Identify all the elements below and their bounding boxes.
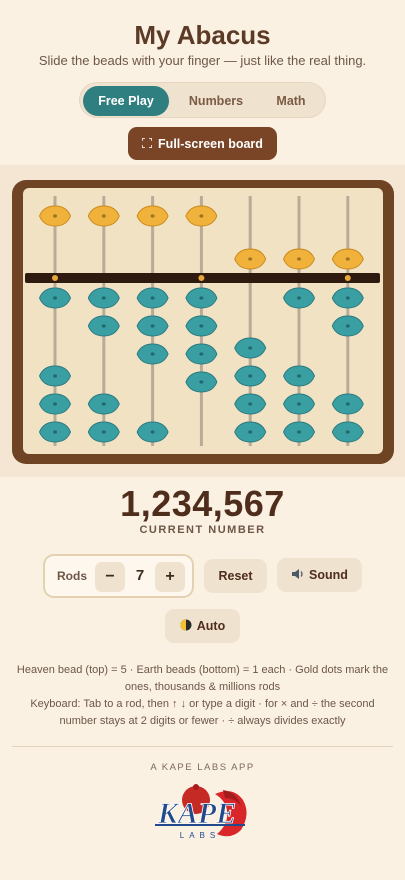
increase-rods-button[interactable]: + [155, 562, 185, 592]
reset-button[interactable]: Reset [204, 559, 267, 593]
gold-dot [198, 275, 205, 281]
auto-button[interactable]: Auto [165, 609, 240, 643]
auto-label: Auto [196, 619, 226, 633]
footer-credit: A KAPE LABS APP [150, 762, 255, 773]
tab-free-play[interactable]: Free Play [83, 86, 169, 116]
gold-dot [344, 275, 351, 281]
keyboard-help-text: Keyboard: Tab to a rod, then ↑ ↓ or type… [30, 698, 375, 727]
tab-numbers[interactable]: Numbers [174, 86, 258, 116]
mode-tabs: Free Play Numbers Math [79, 82, 326, 118]
logo-wordmark: KAPE [157, 797, 236, 830]
page-title: My Abacus [134, 20, 271, 50]
sound-button[interactable]: Sound [277, 558, 362, 592]
sound-label: Sound [309, 568, 348, 582]
speaker-icon [291, 568, 304, 583]
rods-value: 7 [135, 567, 145, 584]
logo-subtext: LABS [180, 831, 220, 840]
fullscreen-board-button[interactable]: Full-screen board [128, 127, 277, 160]
decrease-rods-button[interactable]: − [95, 562, 125, 592]
abacus[interactable] [12, 180, 394, 464]
tab-math[interactable]: Math [260, 86, 322, 116]
footer-divider [12, 746, 393, 747]
current-number-label: CURRENT NUMBER [139, 524, 266, 536]
expand-icon [141, 136, 153, 151]
reset-label: Reset [218, 569, 253, 583]
fullscreen-board-label: Full-screen board [158, 136, 263, 151]
gold-dot [52, 275, 58, 281]
rods-stepper: Rods − 7 + [43, 554, 194, 598]
half-moon-icon [180, 619, 192, 634]
page-subtitle: Slide the beads with your finger — just … [38, 53, 367, 68]
current-number: 1,234,567 [120, 483, 285, 524]
rods-label: Rods [57, 569, 87, 583]
bead-help-text: Heaven bead (top) = 5 · Earth beads (bot… [16, 664, 389, 693]
kape-labs-logo: KAPE LABS [155, 784, 247, 840]
